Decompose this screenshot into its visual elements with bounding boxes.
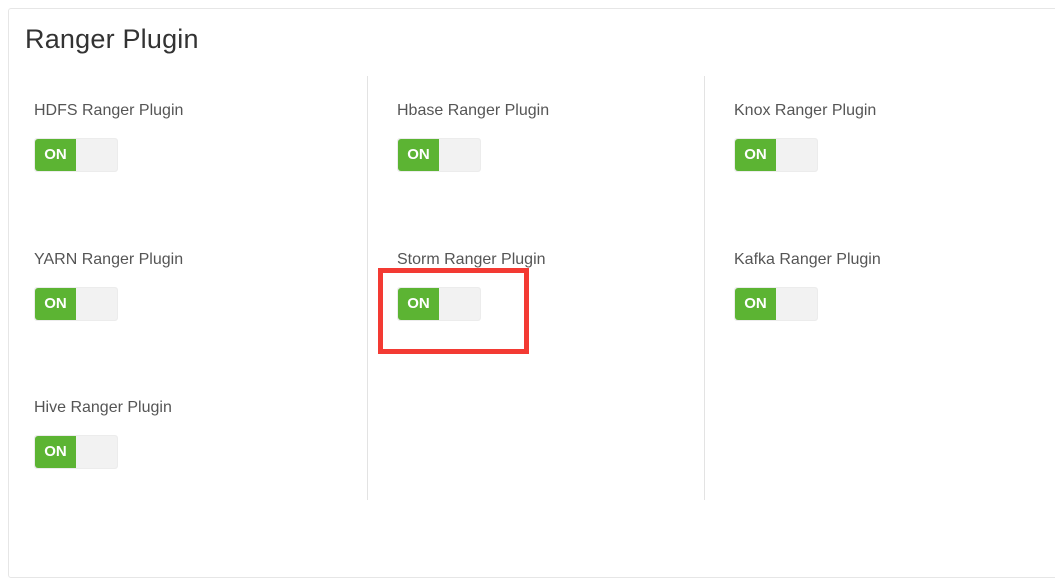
plugin-label: Knox Ranger Plugin — [734, 102, 877, 119]
storm-plugin-toggle[interactable]: ON — [397, 287, 481, 321]
toggle-on-label: ON — [35, 139, 76, 171]
toggle-handle[interactable] — [776, 139, 817, 171]
toggle-handle[interactable] — [76, 436, 117, 468]
plugin-label: Hive Ranger Plugin — [34, 399, 172, 416]
plugin-label: Hbase Ranger Plugin — [397, 102, 550, 119]
toggle-on-label: ON — [398, 139, 439, 171]
plugin-yarn: YARN Ranger Plugin ON — [34, 249, 183, 321]
plugin-storm: Storm Ranger Plugin ON — [397, 249, 546, 321]
yarn-plugin-toggle[interactable]: ON — [34, 287, 118, 321]
plugin-label: YARN Ranger Plugin — [34, 251, 184, 268]
hive-plugin-toggle[interactable]: ON — [34, 435, 118, 469]
plugin-hdfs: HDFS Ranger Plugin ON — [34, 100, 183, 172]
toggle-handle[interactable] — [439, 139, 480, 171]
plugin-label: HDFS Ranger Plugin — [34, 102, 184, 119]
plugin-label: Kafka Ranger Plugin — [734, 251, 881, 268]
plugin-hive: Hive Ranger Plugin ON — [34, 397, 172, 469]
toggle-on-label: ON — [35, 288, 76, 320]
plugin-label: Storm Ranger Plugin — [397, 251, 546, 268]
toggle-on-label: ON — [35, 436, 76, 468]
column-divider-2 — [704, 76, 705, 500]
toggle-handle[interactable] — [439, 288, 480, 320]
knox-plugin-toggle[interactable]: ON — [734, 138, 818, 172]
toggle-on-label: ON — [735, 139, 776, 171]
toggle-handle[interactable] — [776, 288, 817, 320]
column-divider-1 — [367, 76, 368, 500]
kafka-plugin-toggle[interactable]: ON — [734, 287, 818, 321]
toggle-handle[interactable] — [76, 139, 117, 171]
toggle-on-label: ON — [735, 288, 776, 320]
toggle-handle[interactable] — [76, 288, 117, 320]
plugin-hbase: Hbase Ranger Plugin ON — [397, 100, 549, 172]
hbase-plugin-toggle[interactable]: ON — [397, 138, 481, 172]
hdfs-plugin-toggle[interactable]: ON — [34, 138, 118, 172]
toggle-on-label: ON — [398, 288, 439, 320]
plugin-kafka: Kafka Ranger Plugin ON — [734, 249, 881, 321]
plugin-knox: Knox Ranger Plugin ON — [734, 100, 876, 172]
panel-title: Ranger Plugin — [25, 24, 199, 54]
